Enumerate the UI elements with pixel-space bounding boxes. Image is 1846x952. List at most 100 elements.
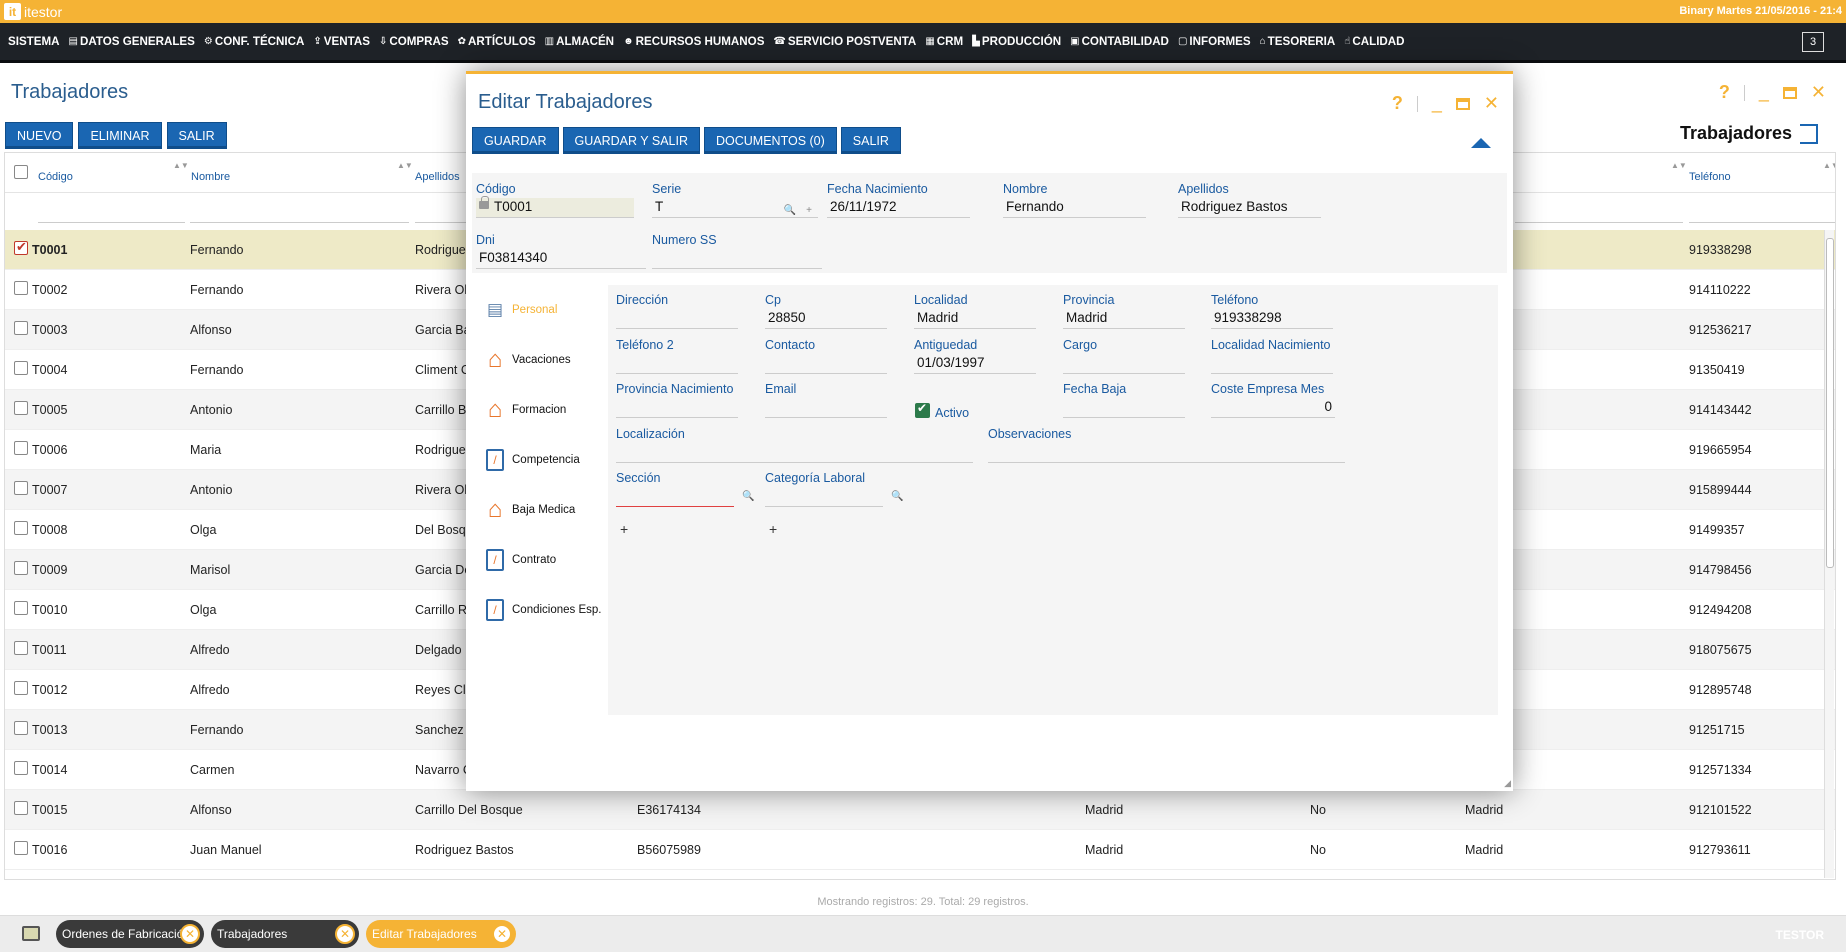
row-checkbox[interactable] [14,401,28,415]
apellidos-input[interactable]: Rodriguez Bastos [1178,198,1321,218]
fecha-baja-input[interactable] [1063,398,1185,418]
dni-input[interactable]: F03814340 [476,249,646,269]
search-icon[interactable]: 🔍 [784,202,796,220]
close-icon[interactable]: ✕ [1484,93,1499,114]
contacto-input[interactable] [765,354,887,374]
menu-counter[interactable]: 3 [1802,32,1824,52]
add-icon[interactable]: + [806,202,812,220]
col-codigo[interactable]: Código [38,171,73,183]
telefono-input[interactable]: 919338298 [1211,309,1333,329]
documentos-button[interactable]: DOCUMENTOS (0) [703,127,837,154]
filter-telefono[interactable] [1689,203,1835,223]
eliminar-button[interactable]: ELIMINAR [78,122,162,149]
tab-condiciones-esp[interactable]: / Condiciones Esp. [472,585,606,635]
tab-competencia[interactable]: / Competencia [472,435,606,485]
direccion-input[interactable] [616,309,738,329]
email-input[interactable] [765,398,887,418]
menu-item-informes[interactable]: ▢ INFORMES [1178,35,1251,48]
row-checkbox[interactable] [14,561,28,575]
numero-ss-input[interactable] [652,249,822,269]
add-categoria-icon[interactable]: + [769,521,777,537]
row-checkbox[interactable] [14,801,28,815]
menu-item-artículos[interactable]: ✿ ARTÍCULOS [458,35,536,48]
observaciones-input[interactable] [988,443,1345,463]
row-checkbox[interactable] [14,361,28,375]
row-checkbox[interactable] [14,641,28,655]
localidad-nacimiento-input[interactable] [1211,354,1333,374]
menu-item-compras[interactable]: ⇩ COMPRAS [379,35,449,48]
tab-formacion[interactable]: ⌂ Formacion [472,385,606,435]
add-seccion-icon[interactable]: + [620,521,628,537]
table-scrollbar[interactable] [1824,230,1834,878]
task-ordenes[interactable]: Ordenes de Fabricación ✕ [56,920,204,948]
row-checkbox[interactable] [14,761,28,775]
coste-empresa-input[interactable]: 0 [1211,398,1335,418]
maximize-icon[interactable] [1782,86,1797,99]
categoria-laboral-input[interactable] [765,487,883,507]
antiguedad-input[interactable]: 01/03/1997 [914,354,1036,374]
menu-item-calidad[interactable]: ☝ CALIDAD [1344,35,1404,48]
guardar-y-salir-button[interactable]: GUARDAR Y SALIR [562,127,700,154]
nuevo-button[interactable]: NUEVO [5,122,74,149]
menu-item-recursos-humanos[interactable]: ☻ RECURSOS HUMANOS [623,35,764,48]
nombre-input[interactable]: Fernando [1003,198,1146,218]
cp-input[interactable]: 28850 [765,309,887,329]
table-row[interactable]: T0016 Juan Manuel Rodriguez Bastos B5607598… [5,830,1835,870]
export-icon[interactable] [1800,123,1818,144]
close-task-icon[interactable]: ✕ [492,924,512,944]
provincia-input[interactable]: Madrid [1063,309,1185,329]
menu-item-contabilidad[interactable]: ▣ CONTABILIDAD [1070,35,1169,48]
minimize-icon[interactable]: _ [1432,93,1442,114]
col-telefono[interactable]: Teléfono [1689,171,1731,183]
desktop-icon[interactable] [22,926,40,941]
maximize-icon[interactable] [1455,97,1470,110]
tab-baja-medica[interactable]: ⌂ Baja Medica [472,485,606,535]
close-task-icon[interactable]: ✕ [180,924,200,944]
resize-handle-icon[interactable]: ◢ [1504,778,1511,789]
menu-item-ventas[interactable]: ⇪ VENTAS [313,35,370,48]
telefono2-input[interactable] [616,354,738,374]
row-checkbox[interactable] [14,721,28,735]
guardar-button[interactable]: GUARDAR [472,127,559,154]
menu-item-crm[interactable]: ▦ CRM [925,35,963,48]
salir-button[interactable]: SALIR [166,122,227,149]
activo-checkbox[interactable] [915,401,930,418]
col-nombre[interactable]: Nombre [191,171,230,183]
localizacion-input[interactable] [616,443,973,463]
seccion-input[interactable] [616,487,734,507]
row-checkbox[interactable] [14,841,28,855]
cargo-input[interactable] [1063,354,1185,374]
sort-icon[interactable]: ▲▼ [1671,161,1687,170]
close-icon[interactable]: ✕ [1811,82,1826,103]
filter-codigo[interactable] [38,203,185,223]
app-logo[interactable]: it itestor [4,3,62,20]
row-checkbox[interactable] [14,521,28,535]
provincia-nacimiento-input[interactable] [616,398,738,418]
menu-item-datos-generales[interactable]: ▤ DATOS GENERALES [69,35,195,48]
menu-item-almacén[interactable]: ▥ ALMACÉN [545,35,614,48]
table-row[interactable]: T0015 Alfonso Carrillo Del Bosque E36174134… [5,790,1835,830]
close-task-icon[interactable]: ✕ [335,924,355,944]
sort-icon[interactable]: ▲▼ [1823,161,1835,170]
serie-input[interactable]: T 🔍 + [652,198,818,218]
tab-contrato[interactable]: / Contrato [472,535,606,585]
col-apellidos[interactable]: Apellidos [415,171,460,183]
row-checkbox[interactable] [14,601,28,615]
help-icon[interactable]: ? [1719,82,1730,103]
menu-item-tesoreria[interactable]: ⌂ TESORERIA [1260,35,1336,48]
task-editar-trabajadores[interactable]: Editar Trabajadores ✕ [366,920,516,948]
row-checkbox[interactable] [14,321,28,335]
filter-provincia[interactable] [1515,203,1683,223]
row-checkbox[interactable] [14,281,28,295]
row-checkbox[interactable] [14,441,28,455]
task-trabajadores[interactable]: Trabajadores ✕ [211,920,359,948]
menu-item-producción[interactable]: ▙ PRODUCCIÓN [972,35,1061,48]
fecha-nacimiento-input[interactable]: 26/11/1972 [827,198,970,218]
localidad-input[interactable]: Madrid [914,309,1036,329]
tab-vacaciones[interactable]: ⌂ Vacaciones [472,335,606,385]
menu-item-sistema[interactable]: SISTEMA [8,35,60,48]
scroll-thumb[interactable] [1826,238,1834,568]
search-icon[interactable]: 🔍 [891,491,903,502]
row-checkbox[interactable] [14,681,28,695]
menu-item-servicio-postventa[interactable]: ☎ SERVICIO POSTVENTA [773,35,916,48]
